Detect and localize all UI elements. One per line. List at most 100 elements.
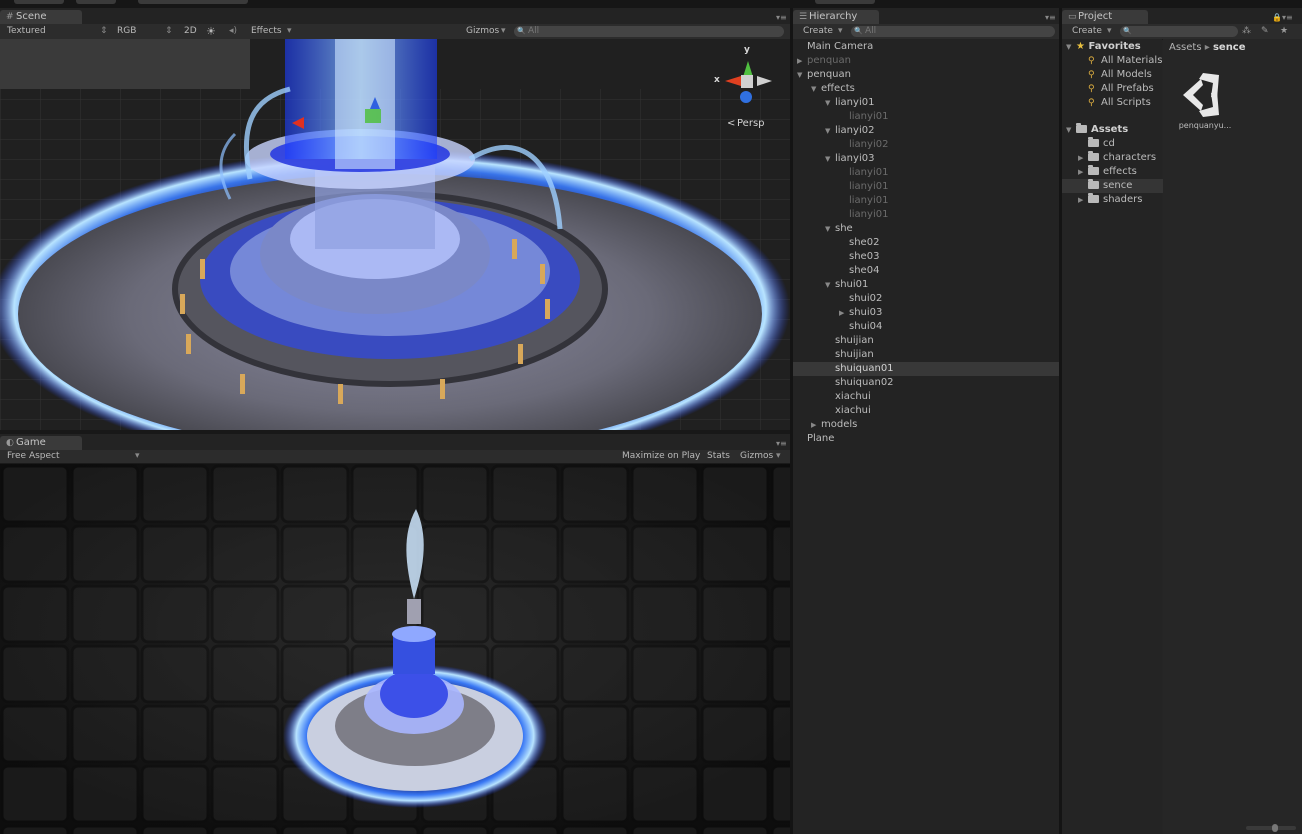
game-toolbar: Free Aspect ▾ Maximize on Play Stats Giz… <box>0 450 790 464</box>
tab-hierarchy[interactable]: ☰ Hierarchy <box>793 10 879 24</box>
project-toolbar: Create ▾ ⁂ ✎ ★ <box>1062 24 1302 40</box>
scene-viewport[interactable]: y x < Persp <box>0 39 790 430</box>
foldout-arrow-icon[interactable]: ▼ <box>797 68 807 82</box>
folder-item[interactable]: cd <box>1062 137 1178 151</box>
foldout-arrow-icon[interactable]: ▶ <box>1078 165 1088 179</box>
shading-mode-dropdown[interactable]: Textured <box>7 25 46 38</box>
tab-project[interactable]: ▭Project <box>1062 10 1148 24</box>
aspect-dropdown-arrow-icon: ▾ <box>135 451 140 461</box>
hierarchy-panel: ☰Hierarchy ▾≡ Create ▾ All Main Camera▶p… <box>793 8 1091 834</box>
hierarchy-item[interactable]: Plane <box>793 432 1063 446</box>
assets-header[interactable]: ▼ Assets <box>1062 123 1162 137</box>
game-controller-icon: ◐ <box>6 438 14 448</box>
render-mode-dropdown[interactable]: RGB <box>117 25 136 38</box>
audio-toggle-icon[interactable]: ◂) <box>229 25 237 38</box>
favorite-star-icon[interactable]: ★ <box>1280 25 1288 38</box>
project-lock-icon[interactable]: 🔒▾≡ <box>1272 13 1293 22</box>
hierarchy-item-label: she03 <box>849 251 880 262</box>
toolbar-play-stub[interactable] <box>138 0 248 4</box>
favorite-item-label: All Prefabs <box>1101 83 1154 94</box>
hierarchy-item-label: she04 <box>849 265 880 276</box>
search-filter-icon: ⚲ <box>1088 56 1095 66</box>
hierarchy-item[interactable]: shuiquan02 <box>793 376 1091 390</box>
hierarchy-item[interactable]: ▼ lianyi03 <box>793 152 1091 166</box>
hierarchy-item-label: lianyi01 <box>849 209 889 220</box>
game-viewport[interactable] <box>0 464 790 834</box>
folder-item[interactable]: ▶ shaders <box>1062 193 1178 207</box>
icon-size-slider[interactable] <box>1246 824 1296 832</box>
breadcrumb-separator: ▸ <box>1204 42 1210 53</box>
toolbar-tools-stub[interactable] <box>14 0 64 4</box>
hierarchy-create-dropdown[interactable]: Create <box>803 25 833 38</box>
game-gizmos-dropdown[interactable]: Gizmos <box>740 450 773 463</box>
favorite-item-label: All Models <box>1101 69 1152 80</box>
hierarchy-item-label: shuijian <box>835 349 874 360</box>
hierarchy-item[interactable]: ▼ penquan <box>793 68 1063 82</box>
folder-icon <box>1088 137 1099 147</box>
foldout-arrow-icon[interactable]: ▼ <box>825 222 835 236</box>
hierarchy-item[interactable]: xiachui <box>793 390 1091 404</box>
search-filter-icon: ⚲ <box>1088 98 1095 108</box>
unity-scene-icon <box>1175 61 1235 121</box>
panel-menu-icon[interactable]: ▾≡ <box>776 13 787 22</box>
scene-toolbar: Textured ⇕ RGB ⇕ 2D ☀ ◂) Effects ▾ Gizmo… <box>0 24 790 40</box>
toolbar-pivot-stub[interactable] <box>76 0 116 4</box>
project-create-dropdown[interactable]: Create <box>1072 25 1102 38</box>
hierarchy-item[interactable]: shuijian <box>793 334 1091 348</box>
hierarchy-menu-icon[interactable]: ▾≡ <box>1045 13 1056 22</box>
folder-item[interactable]: ▶ effects <box>1062 165 1178 179</box>
folder-item[interactable]: sence <box>1062 179 1178 193</box>
favorites-header[interactable]: ▼ ★ Favorites <box>1062 40 1162 54</box>
favorite-item-label: All Scripts <box>1101 97 1151 108</box>
aspect-dropdown[interactable]: Free Aspect <box>7 450 60 463</box>
foldout-arrow-icon[interactable]: ▶ <box>1078 151 1088 165</box>
foldout-arrow-icon[interactable]: ▶ <box>839 306 849 320</box>
lighting-toggle-icon[interactable]: ☀ <box>206 25 216 38</box>
hierarchy-item[interactable]: shuijian <box>793 348 1091 362</box>
filter-label-icon[interactable]: ✎ <box>1261 25 1269 38</box>
folder-item-label: cd <box>1103 138 1115 149</box>
hierarchy-item[interactable]: ▶ models <box>793 418 1077 432</box>
gizmos-dropdown[interactable]: Gizmos <box>466 25 499 38</box>
foldout-arrow-icon[interactable]: ▶ <box>1078 193 1088 207</box>
hierarchy-item[interactable]: ▼ shui01 <box>793 278 1091 292</box>
hierarchy-item[interactable]: xiachui <box>793 404 1091 418</box>
hierarchy-item[interactable]: ▶ penquan <box>793 54 1063 68</box>
foldout-arrow-icon[interactable]: ▼ <box>825 124 835 138</box>
foldout-arrow-icon[interactable]: ▼ <box>825 152 835 166</box>
hierarchy-item[interactable]: ▼ lianyi02 <box>793 124 1091 138</box>
breadcrumb-assets[interactable]: Assets <box>1169 42 1202 53</box>
filter-type-icon[interactable]: ⁂ <box>1242 25 1251 38</box>
asset-item[interactable]: penquanyu... <box>1175 61 1235 161</box>
foldout-arrow-icon[interactable]: ▶ <box>797 54 807 68</box>
projection-toggle[interactable]: Persp <box>737 118 765 129</box>
folder-item[interactable]: ▶ characters <box>1062 151 1178 165</box>
foldout-arrow-icon[interactable]: ▶ <box>811 418 821 432</box>
effects-dropdown[interactable]: Effects <box>251 25 282 38</box>
foldout-arrow-icon[interactable]: ▼ <box>825 96 835 110</box>
scene-search-input[interactable]: All <box>514 26 784 37</box>
toolbar-layers-stub[interactable] <box>815 0 875 4</box>
folder-icon <box>1088 165 1099 175</box>
project-search-input[interactable] <box>1120 26 1238 37</box>
foldout-arrow-icon[interactable]: ▼ <box>825 278 835 292</box>
hierarchy-item-label: shuijian <box>835 335 874 346</box>
hierarchy-search-input[interactable]: All <box>851 26 1055 37</box>
maximize-on-play-toggle[interactable]: Maximize on Play <box>622 450 700 463</box>
tab-game[interactable]: ◐ Game <box>0 436 82 450</box>
icon-size-slider-thumb[interactable] <box>1272 824 1278 832</box>
hierarchy-item[interactable]: Main Camera <box>793 40 1063 54</box>
hierarchy-item[interactable]: ▼ lianyi01 <box>793 96 1091 110</box>
2d-toggle-button[interactable]: 2D <box>184 25 197 38</box>
hierarchy-item[interactable]: ▼ effects <box>793 82 1077 96</box>
tab-scene[interactable]: # Scene <box>0 10 82 24</box>
hierarchy-item-label: Plane <box>807 433 835 444</box>
game-panel-menu-icon[interactable]: ▾≡ <box>776 439 787 448</box>
hierarchy-item-label: shui01 <box>835 279 869 290</box>
foldout-arrow-icon[interactable]: ▼ <box>811 82 821 96</box>
hierarchy-item-label: lianyi01 <box>849 195 889 206</box>
stats-toggle[interactable]: Stats <box>707 450 730 463</box>
breadcrumb-current[interactable]: sence <box>1213 42 1246 53</box>
hierarchy-item[interactable]: ▼ she <box>793 222 1091 236</box>
hierarchy-item[interactable]: shuiquan01 <box>793 362 1091 376</box>
